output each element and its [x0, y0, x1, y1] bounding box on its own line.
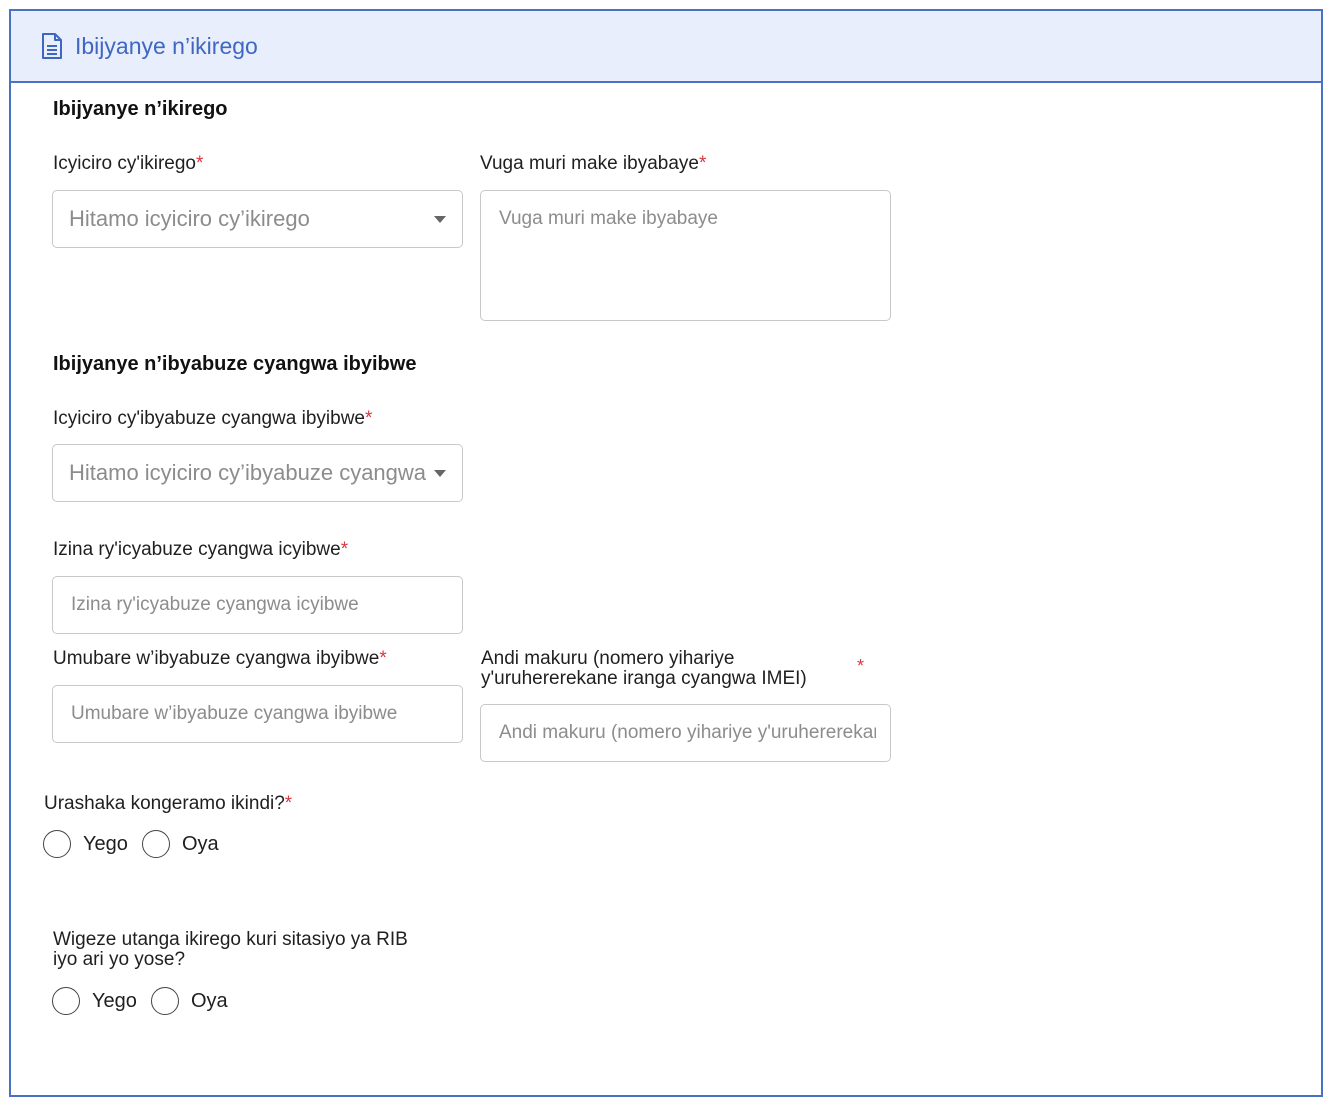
document-icon: [41, 33, 63, 59]
item-count-label-text: Umubare w’ibyabuze cyangwa ibyibwe: [53, 648, 380, 669]
complaint-type-label-text: Icyiciro cy'ikirego: [53, 153, 196, 174]
rib-station-label: Wigeze utanga ikirego kuri sitasiyo ya R…: [53, 930, 473, 970]
section-title-complaint: Ibijyanye n’ikirego: [53, 98, 228, 120]
add-more-yes-label[interactable]: Yego: [83, 833, 128, 856]
panel-header: Ibijyanye n’ikirego: [11, 11, 1321, 83]
description-label-text: Vuga muri make ibyabaye: [480, 153, 699, 174]
add-more-yes-radio[interactable]: [43, 830, 71, 858]
item-name-placeholder: Izina ry'icyabuze cyangwa icyibwe: [71, 594, 359, 615]
other-info-input[interactable]: Andi makuru (nomero yihariye y'uruherere…: [480, 704, 891, 762]
item-name-label-text: Izina ry'icyabuze cyangwa icyibwe: [53, 539, 341, 560]
required-mark: *: [284, 793, 293, 814]
rib-station-no-radio[interactable]: [151, 987, 179, 1015]
rib-station-label-line2: iyo ari yo yose?: [53, 949, 186, 970]
other-info-label-line1: Andi makuru (nomero yihariye: [481, 648, 735, 669]
item-type-label: Icyiciro cy'ibyabuze cyangwa ibyibwe*: [53, 408, 372, 430]
other-info-placeholder: Andi makuru (nomero yihariye y'uruherere…: [499, 722, 876, 743]
item-type-label-text: Icyiciro cy'ibyabuze cyangwa ibyibwe: [53, 408, 365, 429]
description-placeholder: Vuga muri make ibyabaye: [499, 208, 718, 229]
required-mark: *: [365, 408, 373, 429]
complaint-type-label: Icyiciro cy'ikirego*: [53, 153, 203, 175]
required-mark: *: [340, 539, 349, 560]
description-textarea[interactable]: Vuga muri make ibyabaye: [480, 190, 891, 321]
required-mark: *: [698, 153, 707, 174]
complaint-type-placeholder: Hitamo icyiciro cy’ikirego: [69, 206, 310, 231]
item-count-input[interactable]: Umubare w’ibyabuze cyangwa ibyibwe: [52, 685, 463, 743]
rib-station-label-line1: Wigeze utanga ikirego kuri sitasiyo ya R…: [53, 929, 408, 950]
item-type-placeholder: Hitamo icyiciro cy’ibyabuze cyangwa ibyi…: [69, 460, 426, 485]
required-mark: *: [857, 656, 865, 676]
rib-station-yes-label[interactable]: Yego: [92, 990, 137, 1013]
required-mark: *: [196, 153, 204, 174]
item-type-select[interactable]: Hitamo icyiciro cy’ibyabuze cyangwa ibyi…: [52, 444, 463, 502]
rib-station-yes-radio[interactable]: [52, 987, 80, 1015]
item-count-placeholder: Umubare w’ibyabuze cyangwa ibyibwe: [71, 703, 398, 724]
panel-title: Ibijyanye n’ikirego: [75, 33, 258, 59]
chevron-down-icon: [434, 216, 446, 223]
add-more-no-radio[interactable]: [142, 830, 170, 858]
rib-station-no-label[interactable]: Oya: [191, 990, 228, 1013]
add-more-label: Urashaka kongeramo ikindi?*: [44, 793, 292, 815]
other-info-label: Andi makuru (nomero yihariye y'uruherere…: [481, 649, 841, 689]
item-count-label: Umubare w’ibyabuze cyangwa ibyibwe*: [53, 648, 387, 670]
chevron-down-icon: [434, 470, 446, 477]
required-mark: *: [379, 648, 387, 669]
complaint-type-select[interactable]: Hitamo icyiciro cy’ikirego: [52, 190, 463, 248]
description-label: Vuga muri make ibyabaye*: [480, 153, 706, 175]
item-name-label: Izina ry'icyabuze cyangwa icyibwe*: [53, 539, 348, 561]
item-name-input[interactable]: Izina ry'icyabuze cyangwa icyibwe: [52, 576, 463, 634]
add-more-label-text: Urashaka kongeramo ikindi?: [44, 793, 285, 814]
add-more-no-label[interactable]: Oya: [182, 833, 219, 856]
section-title-lost-items: Ibijyanye n’ibyabuze cyangwa ibyibwe: [53, 353, 417, 375]
other-info-label-line2: y'uruhererekane iranga cyangwa IMEI): [481, 668, 807, 689]
